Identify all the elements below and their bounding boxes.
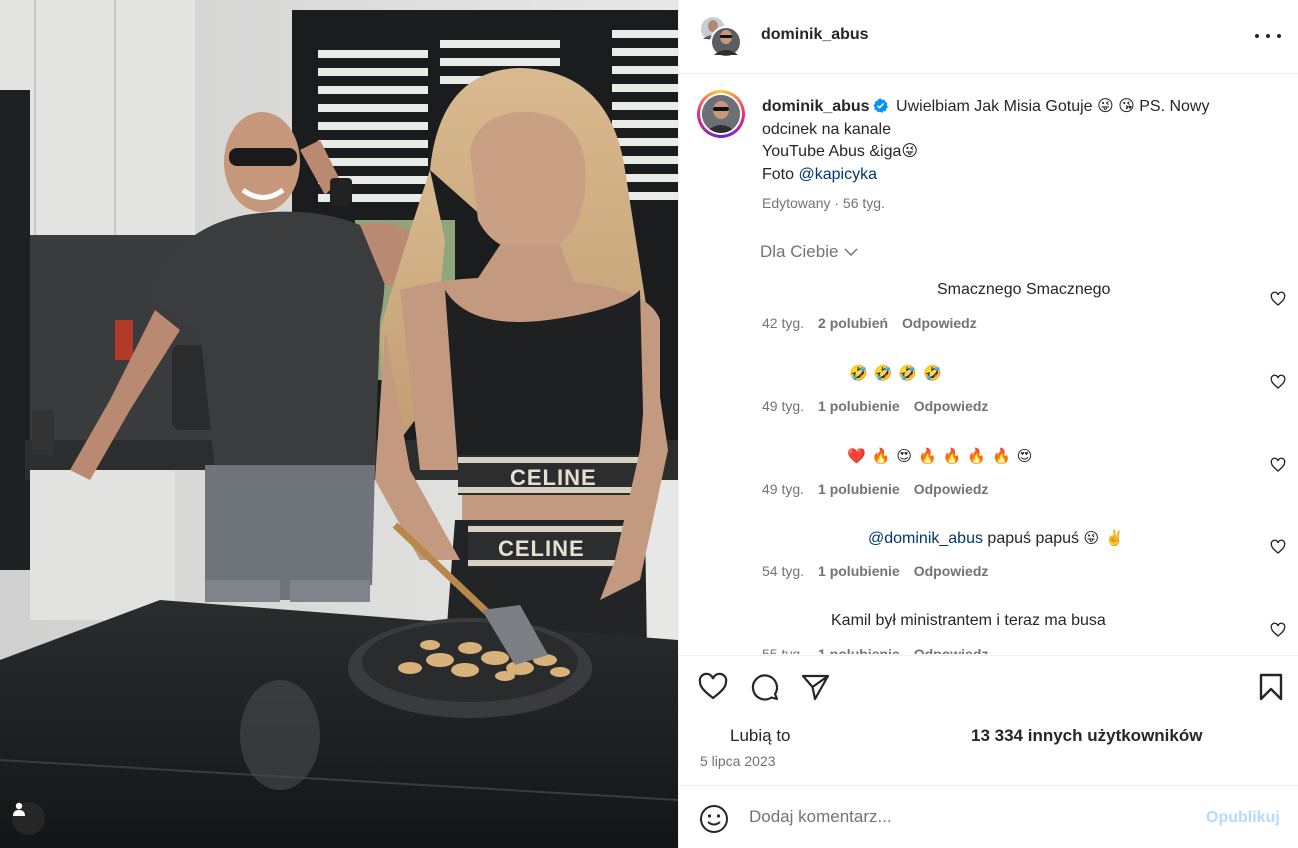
comment-reply-button[interactable]: Odpowiedz [914, 646, 989, 654]
comment-text: 🤣 🤣 🤣 🤣 [849, 364, 948, 383]
comment-likes[interactable]: 2 polubień [818, 315, 888, 331]
emoji: ✌️ [1105, 529, 1124, 547]
comment-meta: 49 tyg. 1 polubienie Odpowiedz [762, 398, 1002, 414]
post-photo[interactable]: CELINE CELINE [0, 0, 678, 848]
comment-likes[interactable]: 1 polubienie [818, 398, 900, 414]
comment-age: 42 tyg. [762, 315, 805, 331]
emoji: 🔥 [871, 447, 891, 465]
emoji-smile-icon[interactable] [699, 804, 729, 834]
more-horizontal-icon[interactable] [1255, 24, 1281, 48]
comment-body: papuś papuś [982, 530, 1084, 547]
comment-filter-dropdown[interactable]: Dla Ciebie [760, 242, 858, 262]
emoji: 😜 [1083, 529, 1100, 547]
comment-like-heart-icon[interactable] [1270, 291, 1286, 307]
header-username[interactable]: dominik_abus [761, 26, 869, 44]
heart-icon[interactable] [697, 671, 729, 703]
verified-badge-icon [872, 98, 888, 113]
comment-text: Kamil był ministrantem i teraz ma busa [831, 612, 1106, 629]
svg-text:CELINE: CELINE [510, 465, 597, 490]
header-avatar[interactable] [699, 15, 743, 59]
emoji: 😍 [1016, 447, 1033, 465]
comment-like-heart-icon[interactable] [1270, 539, 1286, 555]
emoji: 🔥 [942, 447, 962, 465]
likes-label: Lubią to [730, 726, 791, 745]
comment-filter-label: Dla Ciebie [760, 242, 839, 261]
caption-meta: Edytowany · 56 tyg. [762, 195, 885, 211]
comment-likes[interactable]: 1 polubienie [818, 646, 900, 654]
tagged-users-button[interactable] [12, 802, 45, 835]
kitchen-photo: CELINE CELINE [0, 0, 678, 848]
likes-count-link[interactable]: 13 334 innych użytkowników [971, 726, 1202, 746]
comment-likes[interactable]: 1 polubienie [818, 481, 900, 497]
emoji: 🔥 [967, 447, 987, 465]
caption-line-3: YouTube Abus &iga😜 [762, 143, 919, 160]
emoji: 🤣 [873, 364, 893, 382]
comment-age: 54 tyg. [762, 563, 805, 579]
comments-scroll-area[interactable]: dominik_abus Uwielbiam Jak Misia Gotuje … [679, 75, 1298, 654]
comment-reply-button[interactable]: Odpowiedz [902, 315, 977, 331]
bookmark-icon[interactable] [1255, 671, 1287, 703]
comment-meta: 55 tyg. 1 polubienie Odpowiedz [762, 646, 1002, 654]
emoji: 🤣 [849, 364, 868, 382]
emoji: 🔥 [992, 447, 1011, 465]
comment-age: 55 tyg. [762, 646, 805, 654]
caption-line-2: odcinek na kanale [762, 120, 891, 138]
caption-line-4: Foto [762, 165, 799, 183]
emoji: ❤️ [847, 447, 866, 465]
comment-like-heart-icon[interactable] [1270, 374, 1286, 390]
post-caption: dominik_abus Uwielbiam Jak Misia Gotuje … [762, 96, 1262, 186]
user-icon [13, 802, 25, 816]
comment-likes[interactable]: 1 polubienie [818, 563, 900, 579]
comment-meta: 42 tyg. 2 polubień Odpowiedz [762, 315, 991, 331]
post-dialog: CELINE CELINE dominik_abus dominik_abus … [0, 0, 1298, 848]
comment-like-heart-icon[interactable] [1270, 622, 1286, 638]
emoji: 🤣 [898, 364, 918, 382]
comment-age: 49 tyg. [762, 398, 805, 414]
comment-age: 49 tyg. [762, 481, 805, 497]
emoji: 🔥 [918, 447, 937, 465]
post-header: dominik_abus [679, 0, 1298, 74]
post-actions: Lubią to 13 334 innych użytkowników 5 li… [679, 655, 1298, 785]
comment-input[interactable] [749, 807, 1189, 827]
comment-meta: 54 tyg. 1 polubienie Odpowiedz [762, 563, 1002, 579]
caption-line-1: Uwielbiam Jak Misia Gotuje 😜 😘 PS. Nowy [896, 98, 1210, 115]
svg-text:CELINE: CELINE [498, 536, 585, 561]
comment-reply-button[interactable]: Odpowiedz [914, 481, 989, 497]
comment-mention-link[interactable]: @dominik_abus [868, 530, 983, 547]
comment-reply-button[interactable]: Odpowiedz [914, 398, 989, 414]
post-sidebar: dominik_abus dominik_abus Uwielbiam Jak … [678, 0, 1298, 848]
comment-text: ❤️ 🔥 😍 🔥 🔥 🔥 🔥 😍 [847, 447, 1038, 466]
comment-meta: 49 tyg. 1 polubienie Odpowiedz [762, 481, 1002, 497]
comment-icon[interactable] [748, 671, 780, 703]
send-icon[interactable] [799, 671, 831, 703]
comment-like-heart-icon[interactable] [1270, 457, 1286, 473]
publish-button[interactable]: Opublikuj [1206, 809, 1280, 827]
caption-username[interactable]: dominik_abus [762, 98, 870, 115]
caption-avatar[interactable] [697, 90, 745, 138]
emoji: 🤣 [923, 364, 942, 382]
caption-mention-link[interactable]: @kapicyka [798, 166, 877, 183]
add-comment-bar: Opublikuj [679, 785, 1298, 848]
emoji: 😍 [896, 447, 913, 465]
comment-text: Smacznego Smacznego [937, 281, 1111, 298]
comment-text: @dominik_abus papuś papuś 😜 ✌️ [868, 529, 1130, 548]
post-date[interactable]: 5 lipca 2023 [700, 753, 776, 769]
chevron-down-icon [844, 248, 858, 257]
comment-reply-button[interactable]: Odpowiedz [914, 563, 989, 579]
